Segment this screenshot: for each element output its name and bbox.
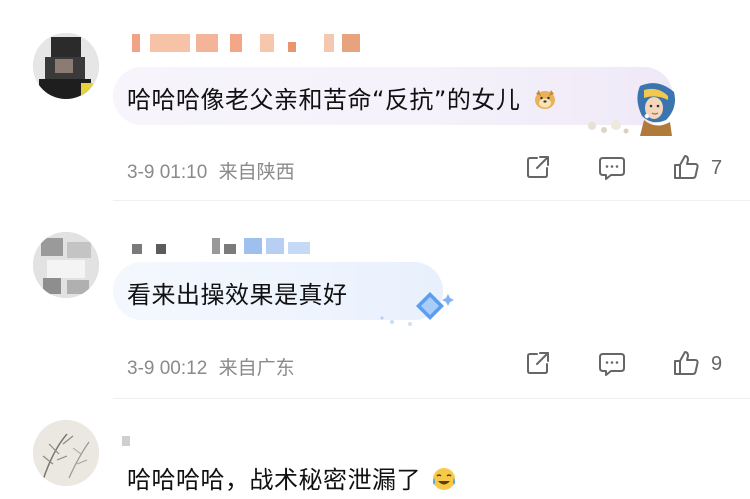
comment-text-content: 看来出操效果是真好 xyxy=(127,281,348,309)
share-icon[interactable] xyxy=(523,152,553,182)
comment-actions: 7 xyxy=(0,152,750,188)
avatar[interactable] xyxy=(33,33,99,99)
tears-of-joy-emoji xyxy=(431,466,457,492)
comment-item: 看来出操效果是真好 3-9 00:12 来自广东 9 xyxy=(0,200,750,400)
avatar[interactable] xyxy=(33,232,99,298)
avatar[interactable] xyxy=(33,420,99,486)
comment-item: 哈哈哈像老父亲和苦命“反抗”的女儿 3-9 01:10 来自陕西 7 xyxy=(0,0,750,200)
username-blurred[interactable] xyxy=(120,432,160,458)
username-blurred[interactable] xyxy=(120,238,320,264)
girl-with-pearl-sticker xyxy=(578,80,688,138)
divider xyxy=(113,398,750,399)
share-icon[interactable] xyxy=(523,348,553,378)
like-count: 9 xyxy=(711,353,723,375)
dog-face-emoji xyxy=(533,87,557,111)
comment-text: 看来出操效果是真好 xyxy=(127,275,348,310)
comment-text: 哈哈哈像老父亲和苦命“反抗”的女儿 xyxy=(127,80,557,115)
comment-actions: 9 xyxy=(0,348,750,384)
username-blurred[interactable] xyxy=(120,34,380,60)
thumbs-up-icon[interactable] xyxy=(671,152,701,182)
comment-text: 哈哈哈哈，战术秘密泄漏了 xyxy=(127,460,457,495)
like-count: 7 xyxy=(711,157,723,179)
thumbs-up-icon[interactable] xyxy=(671,348,701,378)
comment-item: 哈哈哈哈，战术秘密泄漏了 xyxy=(0,400,750,499)
diamond-sticker xyxy=(376,288,460,332)
comment-icon[interactable] xyxy=(597,152,627,182)
comment-text-content: 哈哈哈哈，战术秘密泄漏了 xyxy=(127,466,421,494)
comment-text-content: 哈哈哈像老父亲和苦命“反抗”的女儿 xyxy=(127,86,521,114)
comment-icon[interactable] xyxy=(597,348,627,378)
